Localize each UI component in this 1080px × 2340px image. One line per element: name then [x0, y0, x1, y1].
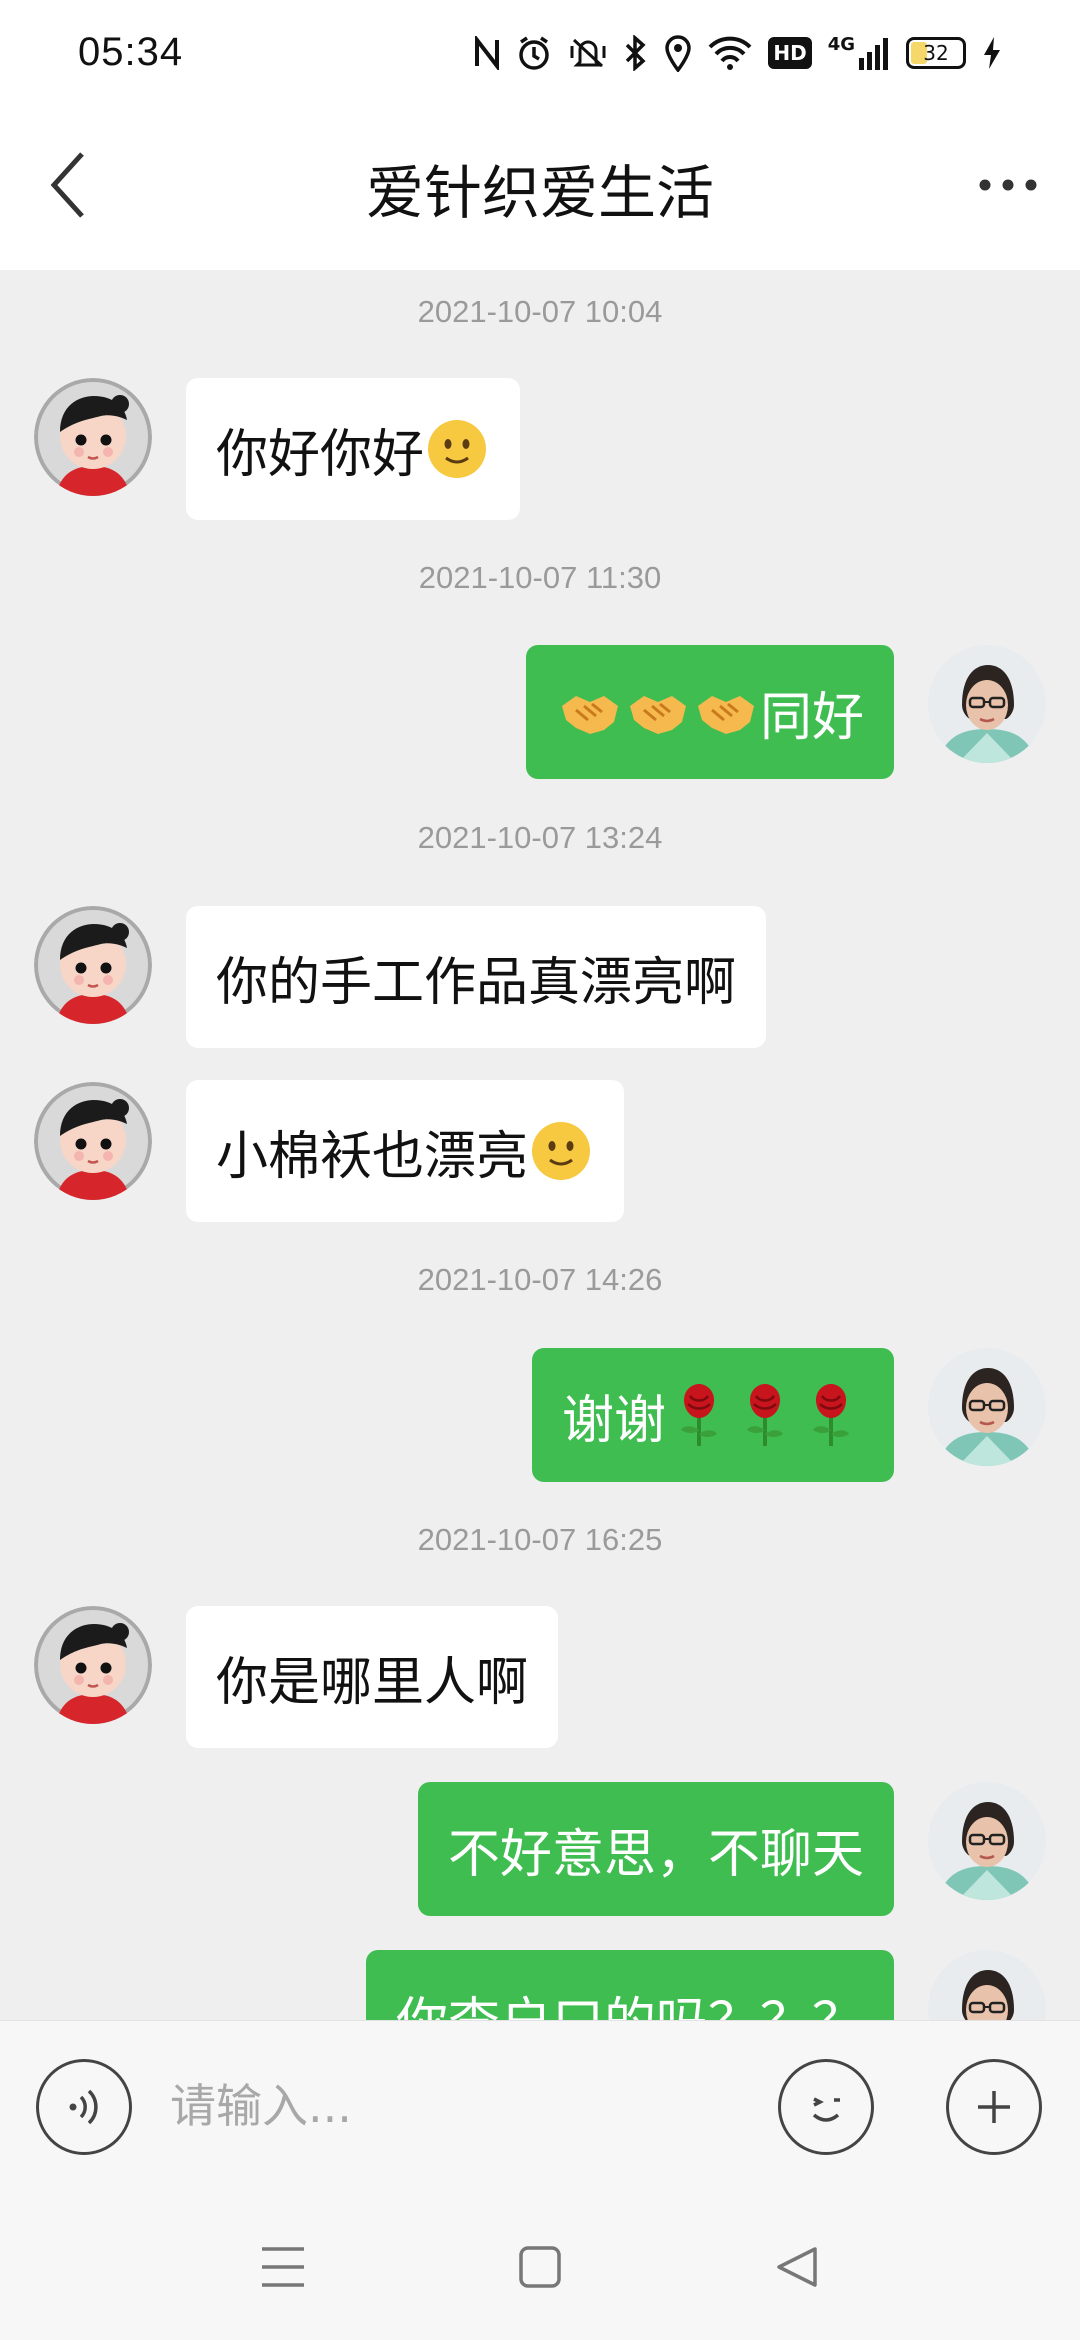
- message-text: 你好你好: [216, 424, 425, 485]
- message-text: 谢谢: [561, 1390, 666, 1451]
- message-text: 你的手工作品真漂亮啊: [216, 952, 737, 1013]
- message-timestamp: 2021-10-07 11:30: [418, 560, 662, 595]
- more-options-button[interactable]: [958, 145, 1058, 225]
- rose-emoji-icon: [813, 1384, 849, 1446]
- battery-level: 32: [923, 40, 949, 65]
- home-button[interactable]: [505, 2232, 575, 2302]
- incoming-message-bubble[interactable]: 小棉袄也漂亮: [186, 1080, 625, 1222]
- rose-emoji-icon: [681, 1384, 717, 1446]
- bluetooth-icon: [624, 34, 648, 71]
- page-title: 爱针织爱生活: [365, 158, 714, 227]
- plus-icon: [978, 2091, 1010, 2123]
- status-icons: HD 4G 32: [474, 34, 1002, 72]
- message-timestamp: 2021-10-07 14:26: [417, 1262, 663, 1297]
- message-timestamp: 2021-10-07 16:25: [417, 1522, 663, 1557]
- charging-icon: [982, 35, 1002, 71]
- contact-avatar[interactable]: [34, 1082, 152, 1200]
- add-attachment-button[interactable]: [946, 2059, 1042, 2155]
- message-input[interactable]: [170, 2061, 750, 2151]
- chat-message-list[interactable]: 2021-10-07 10:04 你好你好 2021-10-07 11:30 同…: [0, 270, 1080, 2020]
- outgoing-message-bubble[interactable]: 你查户口的吗？？？: [365, 1950, 894, 2021]
- smile-emoji-icon: [532, 1122, 591, 1180]
- title-bar: 爱针织爱生活: [0, 105, 1080, 270]
- signal-4g-icon: 4G: [827, 33, 890, 70]
- triangle-back-icon: [777, 2247, 817, 2287]
- handshake-emoji-icon: [561, 696, 618, 734]
- outgoing-message-bubble[interactable]: 谢谢: [531, 1348, 894, 1482]
- outgoing-message-bubble[interactable]: 同好: [525, 645, 894, 779]
- my-avatar[interactable]: [928, 1950, 1046, 2020]
- message-text: 同好: [759, 687, 864, 748]
- message-text: 小棉袄也漂亮: [216, 1126, 529, 1187]
- chevron-left-icon: [50, 152, 84, 218]
- contact-avatar[interactable]: [34, 378, 152, 496]
- my-avatar[interactable]: [928, 1782, 1046, 1900]
- more-dots-icon: [979, 179, 1037, 191]
- contact-avatar[interactable]: [34, 906, 152, 1024]
- status-bar: 05:34 HD 4G 32: [0, 0, 1080, 105]
- message-text: 你是哪里人啊: [216, 1652, 529, 1713]
- back-nav-button[interactable]: [762, 2232, 832, 2302]
- message-timestamp: 2021-10-07 13:24: [417, 820, 663, 855]
- emoji-button[interactable]: [778, 2059, 874, 2155]
- system-navigation-bar: [0, 2190, 1080, 2340]
- nfc-icon: [474, 35, 500, 70]
- smiley-face-icon: [812, 2097, 840, 2122]
- smile-emoji-icon: [428, 420, 487, 478]
- my-avatar[interactable]: [928, 1348, 1046, 1466]
- incoming-message-bubble[interactable]: 你的手工作品真漂亮啊: [186, 906, 767, 1048]
- hd-icon: HD: [768, 36, 812, 69]
- message-input-bar: [0, 2020, 1080, 2190]
- incoming-message-bubble[interactable]: 你是哪里人啊: [186, 1606, 559, 1748]
- incoming-message-bubble[interactable]: 你好你好: [186, 378, 521, 520]
- contact-avatar[interactable]: [34, 1606, 152, 1724]
- rose-emoji-icon: [747, 1384, 783, 1446]
- square-icon: [519, 2246, 561, 2288]
- outgoing-message-bubble[interactable]: 不好意思，不聊天: [417, 1782, 894, 1916]
- vibrate-icon: [568, 36, 608, 70]
- handshake-emoji-icon: [697, 696, 754, 734]
- message-timestamp: 2021-10-07 10:04: [417, 294, 663, 329]
- handshake-emoji-icon: [629, 696, 686, 734]
- battery-icon: 32: [906, 36, 966, 69]
- location-icon: [664, 34, 692, 72]
- network-type-label: 4G: [827, 33, 855, 55]
- message-text: 你查户口的吗？？？: [396, 1980, 864, 2021]
- wifi-icon: [708, 36, 752, 70]
- message-text: 不好意思，不聊天: [447, 1824, 864, 1885]
- status-time: 05:34: [78, 30, 184, 74]
- my-avatar[interactable]: [928, 645, 1046, 763]
- voice-input-button[interactable]: [36, 2059, 132, 2155]
- menu-lines-icon: [262, 2247, 304, 2287]
- alarm-icon: [516, 35, 552, 71]
- voice-wave-icon: [69, 2089, 98, 2125]
- recent-apps-button[interactable]: [248, 2232, 318, 2302]
- back-button[interactable]: [28, 145, 108, 225]
